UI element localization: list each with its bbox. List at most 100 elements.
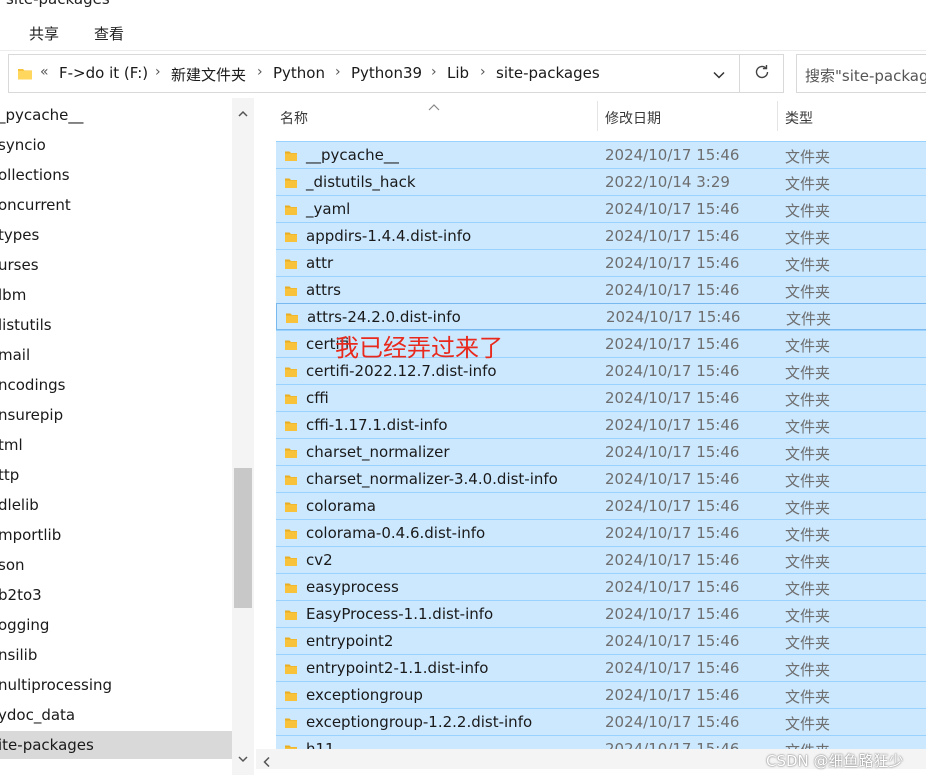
file-row[interactable]: entrypoint2 2024/10/17 15:46 文件夹 [276,627,926,654]
refresh-button[interactable] [740,54,784,93]
breadcrumb-lib[interactable]: Lib [447,64,469,82]
chevron-down-icon[interactable] [237,750,249,769]
nav-item[interactable]: nultiprocessing [0,671,232,699]
file-type: 文件夹 [785,688,831,706]
breadcrumb-python[interactable]: Python [273,64,325,82]
nav-item-label: mail [0,346,31,364]
file-date: 2024/10/17 15:46 [605,524,740,542]
file-type: 文件夹 [785,256,831,274]
file-row[interactable]: cffi 2024/10/17 15:46 文件夹 [276,384,926,411]
file-name: charset_normalizer-3.4.0.dist-info [306,470,558,488]
nav-scrollbar[interactable] [232,98,254,775]
file-row[interactable]: exceptiongroup-1.2.2.dist-info 2024/10/17… [276,708,926,735]
nav-item[interactable]: types [0,221,232,249]
file-row[interactable]: _distutils_hack 2022/10/14 3:29 文件夹 [276,168,926,195]
nav-item[interactable]: ncodings [0,371,232,399]
file-row[interactable]: appdirs-1.4.4.dist-info 2024/10/17 15:46 文… [276,222,926,249]
file-date: 2024/10/17 15:46 [605,281,740,299]
breadcrumb-overflow[interactable]: « [40,64,49,80]
file-row[interactable]: easyprocess 2024/10/17 15:46 文件夹 [276,573,926,600]
breadcrumb-python39[interactable]: Python39 [351,64,422,82]
nav-scrollbar-thumb[interactable] [234,468,252,608]
nav-item[interactable]: ollections [0,161,232,189]
nav-item[interactable]: syncio [0,131,232,159]
breadcrumb-site-packages[interactable]: site-packages [496,64,600,82]
search-box[interactable]: 搜索"site-packag [796,54,926,93]
file-type: 文件夹 [785,580,831,598]
file-date: 2024/10/17 15:46 [605,659,740,677]
breadcrumb-drive[interactable]: F->do it (F:) [59,64,148,82]
folder-icon [284,607,298,626]
nav-item[interactable]: urses [0,251,232,279]
file-row[interactable]: EasyProcess-1.1.dist-info 2024/10/17 15:4… [276,600,926,627]
file-row[interactable]: attrs-24.2.0.dist-info 2024/10/17 15:46 文件… [276,303,926,330]
file-row[interactable]: charset_normalizer 2024/10/17 15:46 文件夹 [276,438,926,465]
nav-item-label: lbm [0,286,27,304]
nav-item[interactable]: nsurepip [0,401,232,429]
ribbon-menu: 共享 查看 [0,14,926,50]
file-row[interactable]: attrs 2024/10/17 15:46 文件夹 [276,276,926,303]
file-name: h11 [306,740,335,749]
file-name: attrs [306,281,341,299]
folder-icon [284,391,298,410]
nav-item[interactable]: tml [0,431,232,459]
file-row[interactable]: _yaml 2024/10/17 15:46 文件夹 [276,195,926,222]
file-row[interactable]: colorama 2024/10/17 15:46 文件夹 [276,492,926,519]
address-bar[interactable]: « F->do it (F:) › 新建文件夹 › Python › Pytho… [8,54,740,93]
breadcrumb-new-folder[interactable]: 新建文件夹 [171,64,246,85]
folder-icon [284,364,298,383]
nav-item[interactable]: ite-packages [0,731,232,759]
file-type: 文件夹 [785,364,831,382]
ribbon-tab-share[interactable]: 共享 [29,23,59,44]
search-input[interactable]: 搜索"site-packag [805,65,926,86]
file-name: exceptiongroup-1.2.2.dist-info [306,713,533,731]
nav-item[interactable]: nsilib [0,641,232,669]
nav-item[interactable]: listutils [0,311,232,339]
folder-icon [284,256,298,275]
nav-item[interactable]: mportlib [0,521,232,549]
folder-icon [284,499,298,518]
nav-item-label: nsurepip [0,406,64,424]
chevron-up-icon[interactable] [237,105,249,124]
chevron-right-icon: › [155,64,161,80]
nav-item[interactable]: son [0,551,232,579]
chevron-left-icon[interactable] [262,753,272,772]
file-row[interactable]: attr 2024/10/17 15:46 文件夹 [276,249,926,276]
column-header-date[interactable]: 修改日期 [605,108,661,128]
file-type: 文件夹 [785,229,831,247]
file-row[interactable]: colorama-0.4.6.dist-info 2024/10/17 15:46… [276,519,926,546]
column-divider[interactable] [777,101,778,131]
file-row[interactable]: exceptiongroup 2024/10/17 15:46 文件夹 [276,681,926,708]
file-row[interactable]: entrypoint2-1.1.dist-info 2024/10/17 15:4… [276,654,926,681]
nav-item[interactable]: ydoc_data [0,701,232,729]
nav-item-label: ncodings [0,376,66,394]
nav-item[interactable]: ogging [0,611,232,639]
file-date: 2024/10/17 15:46 [605,146,740,164]
column-header-name[interactable]: 名称 [280,108,308,128]
file-row[interactable]: __pycache__ 2024/10/17 15:46 文件夹 [276,141,926,168]
nav-item[interactable]: _pycache__ [0,101,232,129]
nav-item[interactable]: oncurrent [0,191,232,219]
file-type: 文件夹 [785,418,831,436]
file-name: attrs-24.2.0.dist-info [307,308,461,326]
chevron-down-icon[interactable] [712,67,726,86]
file-date: 2024/10/17 15:46 [605,254,740,272]
nav-item[interactable]: lbm [0,281,232,309]
file-date: 2024/10/17 15:46 [605,497,740,515]
file-row[interactable]: cffi-1.17.1.dist-info 2024/10/17 15:46 文件夹 [276,411,926,438]
folder-icon [284,634,298,653]
file-row[interactable]: charset_normalizer-3.4.0.dist-info 2024/1… [276,465,926,492]
folder-icon [284,742,298,749]
nav-item-label: son [0,556,25,574]
ribbon-tab-view[interactable]: 查看 [94,23,124,44]
column-header-type[interactable]: 类型 [785,108,813,128]
nav-item[interactable]: mail [0,341,232,369]
column-divider[interactable] [597,101,598,131]
file-date: 2024/10/17 15:46 [605,470,740,488]
nav-item[interactable]: b2to3 [0,581,232,609]
nav-item[interactable]: dlelib [0,491,232,519]
folder-icon [284,148,298,167]
nav-item[interactable]: ttp [0,461,232,489]
file-row[interactable]: h11 2024/10/17 15:46 文件夹 [276,735,926,749]
file-row[interactable]: cv2 2024/10/17 15:46 文件夹 [276,546,926,573]
